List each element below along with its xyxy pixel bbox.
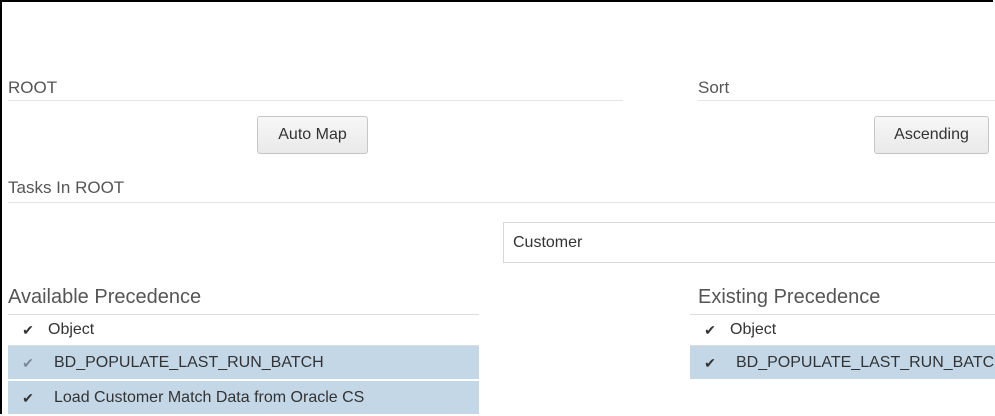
existing-header-row: ✔ Object [690,314,995,346]
root-label: ROOT [8,78,58,97]
object-column-header[interactable]: Object [730,321,776,339]
table-row[interactable]: ✔ Load Customer Match Data from Oracle C… [8,381,479,416]
root-divider [8,100,623,101]
row-checkbox[interactable]: ✔ [704,356,716,370]
tasks-divider [8,202,995,203]
row-checkbox[interactable]: ✔ [22,356,34,370]
sort-divider [698,100,995,101]
available-header-row: ✔ Object [8,314,479,346]
select-all-checkbox[interactable]: ✔ [22,323,34,337]
object-column-header[interactable]: Object [48,321,94,339]
auto-map-button[interactable]: Auto Map [257,116,368,154]
select-all-checkbox[interactable]: ✔ [704,323,716,337]
sort-label: Sort [698,78,730,97]
row-checkbox[interactable]: ✔ [22,391,34,405]
tasks-in-root-label: Tasks In ROOT [8,178,125,197]
row-object-label: BD_POPULATE_LAST_RUN_BATCH [736,353,995,371]
ascending-button[interactable]: Ascending [874,116,989,154]
search-input[interactable] [503,222,995,263]
existing-precedence-table: ✔ Object ✔ BD_POPULATE_LAST_RUN_BATCH [690,314,995,384]
available-precedence-title: Available Precedence [8,286,202,308]
row-object-label: Load Customer Match Data from Oracle CS [54,388,365,406]
table-row[interactable]: ✔ BD_POPULATE_LAST_RUN_BATCH [8,346,479,381]
table-row[interactable]: ✔ BD_POPULATE_LAST_RUN_BATCH [690,346,995,381]
existing-precedence-title: Existing Precedence [698,286,881,308]
row-object-label: BD_POPULATE_LAST_RUN_BATCH [54,353,324,371]
available-precedence-table: ✔ Object ✔ BD_POPULATE_LAST_RUN_BATCH ✔ … [8,314,479,416]
